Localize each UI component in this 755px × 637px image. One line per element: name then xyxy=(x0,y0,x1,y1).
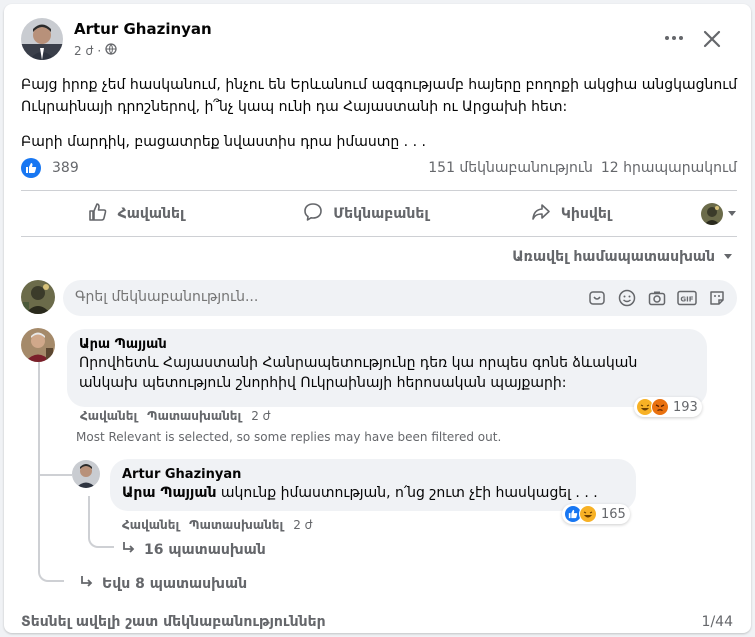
post-stats: 389 151 մեկնաբանություն 12 հրապարակում xyxy=(21,156,737,180)
thread-curve xyxy=(88,496,114,548)
chevron-down-icon xyxy=(727,206,737,222)
comment-button[interactable]: Մեկնաբանել xyxy=(251,196,481,232)
share-count[interactable]: 12 հրապարակում xyxy=(601,160,737,176)
comment-reactions[interactable]: 193 xyxy=(634,397,702,417)
reply-like-link[interactable]: Հավանել xyxy=(122,518,179,532)
share-button[interactable]: Կիսվել xyxy=(481,196,661,232)
reply-reply-link[interactable]: Պատասխանել xyxy=(189,518,283,532)
reaction-profile-selector[interactable] xyxy=(661,196,737,232)
reply-time[interactable]: 2 ժ xyxy=(293,518,312,532)
more-replies-label: Եվս 8 պատասխան xyxy=(102,576,248,592)
like-reaction-icon[interactable] xyxy=(21,158,41,178)
like-button[interactable]: Հավանել xyxy=(21,196,251,232)
post-author[interactable]: Artur Ghazinyan xyxy=(74,20,212,38)
reply-arrow-icon xyxy=(80,575,94,593)
reply-text: Արա Պայյան ակունք իմաստության, ո՛նց շուտ… xyxy=(122,485,598,501)
globe-icon xyxy=(105,43,117,58)
share-icon xyxy=(531,202,551,226)
comment-like-link[interactable]: Հավանել xyxy=(80,409,137,423)
like-label: Հավանել xyxy=(117,206,185,222)
comment-icon xyxy=(303,202,323,226)
comment-count[interactable]: 151 մեկնաբանություն xyxy=(428,160,593,176)
post-paragraph: Բարի մարդիկ, բացատրեք նվաստիս դրա իմաստը… xyxy=(21,134,426,150)
post-dialog: Artur Ghazinyan 2 ժ · Բայց իրոք չեմ հասկ… xyxy=(4,4,751,633)
nested-replies-label: 16 պատասխան xyxy=(144,542,266,558)
comment-composer: GIF xyxy=(63,280,737,316)
comment-actions: Հավանել Պատասխանել 2 ժ xyxy=(80,409,271,423)
close-icon[interactable] xyxy=(697,24,727,54)
like-icon xyxy=(88,202,108,226)
chevron-down-icon xyxy=(723,249,733,265)
svg-text:GIF: GIF xyxy=(680,296,693,304)
more-icon[interactable] xyxy=(660,24,688,52)
post-body: Բայց իրոք չեմ հասկանում, ինչու են Երևանո… xyxy=(21,74,741,166)
reply-mention[interactable]: Արա Պայյան xyxy=(122,485,216,501)
filter-note: Most Relevant is selected, so some repli… xyxy=(76,430,502,444)
like-count[interactable]: 389 xyxy=(52,160,79,176)
divider xyxy=(21,190,737,191)
view-more-replies[interactable]: Եվս 8 պատասխան xyxy=(80,575,247,593)
current-user-avatar[interactable] xyxy=(21,280,55,314)
comment-input[interactable] xyxy=(75,289,555,305)
view-nested-replies[interactable]: 16 պատասխան xyxy=(122,541,266,559)
thread-line xyxy=(38,362,40,532)
comment-text: Որովհետև Հայաստանի Հանրապետությունը դեռ … xyxy=(79,355,638,391)
angry-icon xyxy=(651,398,669,416)
sort-dropdown[interactable]: Առավել համապատասխան xyxy=(512,249,733,265)
reply-author-avatar[interactable] xyxy=(72,460,100,488)
post-paragraph: Բայց իրոք չեմ հասկանում, ինչու են Երևանո… xyxy=(21,77,738,115)
comment-time[interactable]: 2 ժ xyxy=(251,409,270,423)
comment-author[interactable]: Արա Պայյան xyxy=(79,337,695,352)
share-label: Կիսվել xyxy=(560,206,612,222)
comment-pager: 1/44 xyxy=(701,614,733,630)
haha-icon xyxy=(579,505,597,523)
avatar-sticker-icon[interactable] xyxy=(707,288,727,308)
see-more-comments[interactable]: Տեսնել ավելի շատ մեկնաբանություններ xyxy=(21,614,326,630)
reply-author[interactable]: Artur Ghazinyan xyxy=(122,467,624,482)
post-time[interactable]: 2 ժ xyxy=(74,44,93,58)
reaction-count: 165 xyxy=(601,506,626,522)
reply-actions: Հավանել Պատասխանել 2 ժ xyxy=(122,518,313,532)
reaction-count: 193 xyxy=(673,399,698,415)
thread-curve xyxy=(38,530,64,582)
commenter-avatar[interactable] xyxy=(21,328,55,362)
reply-arrow-icon xyxy=(122,541,136,559)
comment-reply-link[interactable]: Պատասխանել xyxy=(147,409,241,423)
user-avatar xyxy=(701,203,723,225)
action-bar: Հավանել Մեկնաբանել Կիսվել xyxy=(21,196,737,232)
divider xyxy=(21,236,737,237)
comment-bubble: Արա Պայյան Որովհետև Հայաստանի Հանրապետու… xyxy=(67,329,707,407)
author-avatar[interactable] xyxy=(21,18,63,60)
camera-icon[interactable] xyxy=(647,288,667,308)
reply-reactions[interactable]: 165 xyxy=(562,504,630,524)
sort-label: Առավել համապատասխան xyxy=(512,249,715,265)
gif-icon[interactable]: GIF xyxy=(677,288,697,308)
reply-bubble: Artur Ghazinyan Արա Պայյան ակունք իմաստո… xyxy=(110,459,636,511)
post-meta: 2 ժ · xyxy=(74,43,117,58)
comment-label: Մեկնաբանել xyxy=(333,206,429,222)
sticker-icon[interactable] xyxy=(587,288,607,308)
thread-branch xyxy=(38,462,72,476)
emoji-icon[interactable] xyxy=(617,288,637,308)
